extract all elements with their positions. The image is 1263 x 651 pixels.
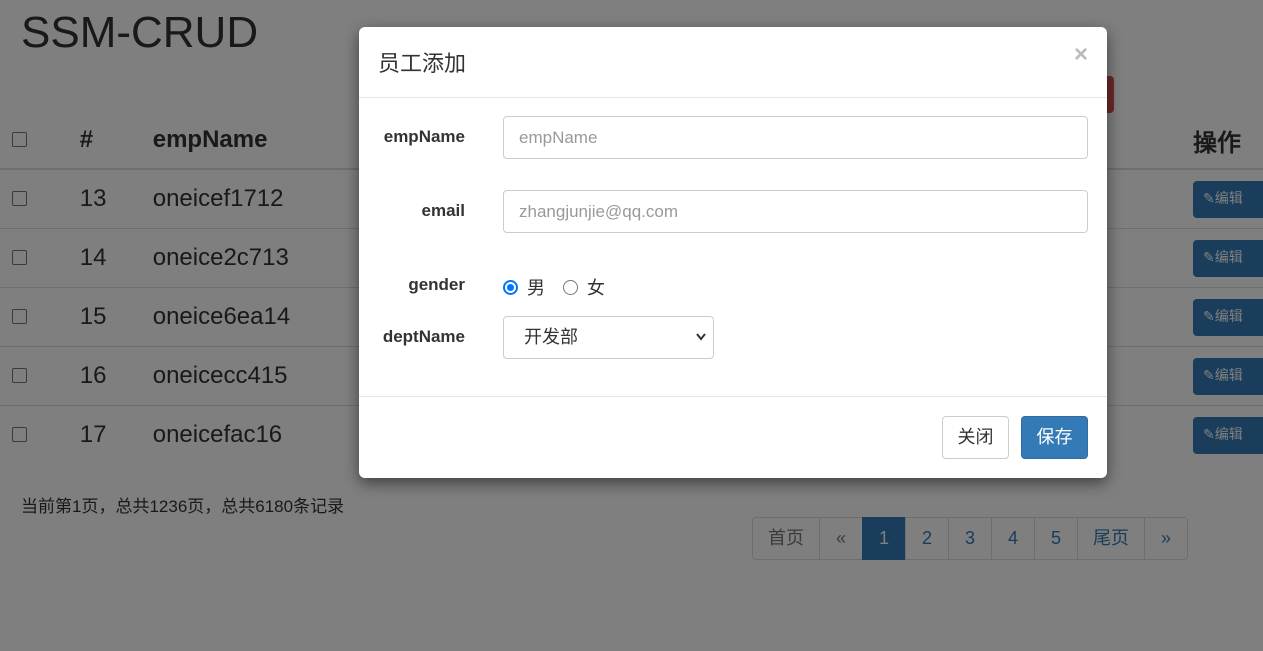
dept-row: deptName 开发部 [359,316,1107,359]
gender-radio-group: 男 女 [503,274,605,300]
dept-label: deptName [382,327,465,346]
modal-title: 员工添加 [378,51,467,76]
gender-male-label: 男 [527,278,545,298]
email-label: email [421,201,465,220]
save-button[interactable]: 保存 [1021,416,1088,459]
email-input[interactable] [503,190,1088,233]
close-icon[interactable]: × [1074,41,1088,69]
dept-select-value: 开发部 [524,327,578,347]
empname-label: empName [383,127,465,146]
modal-header: 员工添加 × [359,27,1107,98]
email-row: email [359,190,1107,233]
gender-label: gender [408,275,465,294]
gender-male-radio[interactable] [503,279,518,295]
empname-row: empName [359,116,1107,159]
gender-female-label: 女 [587,278,605,298]
chevron-down-icon [695,317,707,374]
modal-footer: 关闭 保存 [359,396,1107,479]
close-button[interactable]: 关闭 [942,416,1009,459]
dept-select[interactable]: 开发部 [503,316,714,359]
gender-row: gender 男 女 [359,274,1107,298]
empname-input[interactable] [503,116,1088,159]
add-employee-modal: 员工添加 × empName email gender 男 女 deptName… [359,27,1107,478]
gender-female-radio[interactable] [563,279,578,295]
